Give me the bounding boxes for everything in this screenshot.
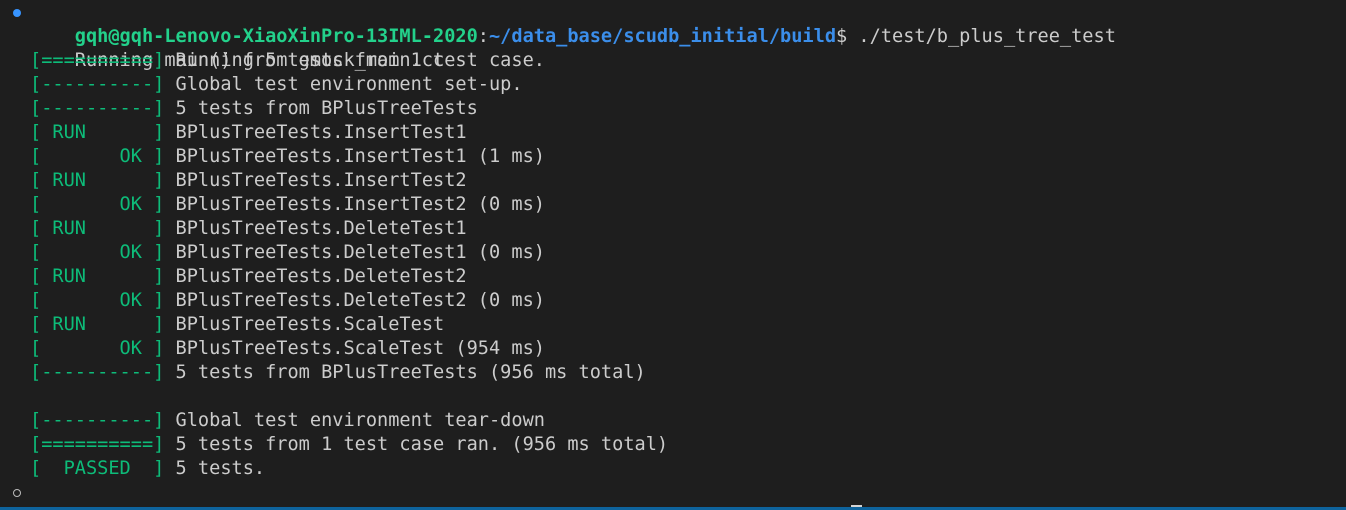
gtest-tag: [ RUN ] <box>30 314 165 335</box>
output-line: [ OK ] BPlusTreeTests.DeleteTest1 (0 ms) <box>30 241 545 265</box>
gtest-tag: [==========] <box>30 50 165 71</box>
gtest-message: BPlusTreeTests.InsertTest1 <box>164 122 467 143</box>
gtest-message: Running 5 tests from 1 test case. <box>164 50 545 71</box>
gtest-message: BPlusTreeTests.InsertTest2 (0 ms) <box>164 194 545 215</box>
gtest-tag: [ OK ] <box>30 338 165 359</box>
gtest-tag: [----------] <box>30 74 165 95</box>
gtest-tag: [----------] <box>30 362 165 383</box>
output-line: [----------] Global test environment tea… <box>30 409 545 433</box>
gtest-message: Global test environment tear-down <box>164 410 545 431</box>
gtest-message: BPlusTreeTests.DeleteTest1 <box>164 218 467 239</box>
gtest-message: BPlusTreeTests.DeleteTest1 (0 ms) <box>164 242 545 263</box>
gtest-tag: [ PASSED ] <box>30 458 165 479</box>
gtest-tag: [ RUN ] <box>30 266 165 287</box>
gtest-tag: [ RUN ] <box>30 170 165 191</box>
gtest-tag: [----------] <box>30 98 165 119</box>
gtest-tag: [----------] <box>30 410 165 431</box>
gtest-tag: [ RUN ] <box>30 218 165 239</box>
gtest-tag: [ OK ] <box>30 242 165 263</box>
output-line: [ OK ] BPlusTreeTests.DeleteTest2 (0 ms) <box>30 289 545 313</box>
gtest-message: 5 tests from BPlusTreeTests (956 ms tota… <box>164 362 646 383</box>
gtest-message: 5 tests from BPlusTreeTests <box>164 98 478 119</box>
prompt-dollar: $ <box>836 26 848 47</box>
output-line: [----------] 5 tests from BPlusTreeTests <box>30 97 478 121</box>
command-decoration-pending-icon[interactable] <box>13 489 21 497</box>
command-text: ./test/b_plus_tree_test <box>847 26 1116 47</box>
output-line: [ RUN ] BPlusTreeTests.DeleteTest2 <box>30 265 467 289</box>
gtest-message: 5 tests. <box>164 458 266 479</box>
output-line: [==========] Running 5 tests from 1 test… <box>30 49 545 73</box>
gtest-message: BPlusTreeTests.DeleteTest2 <box>164 266 467 287</box>
output-line: [ OK ] BPlusTreeTests.ScaleTest (954 ms) <box>30 337 545 361</box>
gtest-tag: [ OK ] <box>30 194 165 215</box>
current-prompt-line[interactable]: gqh@gqh-Lenovo-XiaoXinPro-13IML-2020:~/d… <box>0 481 863 510</box>
gtest-message: 5 tests from 1 test case ran. (956 ms to… <box>164 434 669 455</box>
output-line: [ RUN ] BPlusTreeTests.ScaleTest <box>30 313 444 337</box>
gtest-message: BPlusTreeTests.DeleteTest2 (0 ms) <box>164 290 545 311</box>
gtest-message: BPlusTreeTests.InsertTest1 (1 ms) <box>164 146 545 167</box>
command-prompt-line: gqh@gqh-Lenovo-XiaoXinPro-13IML-2020:~/d… <box>0 1 1116 47</box>
output-line: [ RUN ] BPlusTreeTests.InsertTest2 <box>30 169 467 193</box>
output-intro-line: Running main() from gmock_main.cc <box>30 25 444 71</box>
output-line: [ OK ] BPlusTreeTests.InsertTest2 (0 ms) <box>30 193 545 217</box>
gtest-message: BPlusTreeTests.InsertTest2 <box>164 170 467 191</box>
output-line: [ RUN ] BPlusTreeTests.DeleteTest1 <box>30 217 467 241</box>
command-decoration-success-icon[interactable] <box>13 9 21 17</box>
gtest-message: Global test environment set-up. <box>164 74 523 95</box>
terminal-panel[interactable]: gqh@gqh-Lenovo-XiaoXinPro-13IML-2020:~/d… <box>0 0 1346 510</box>
output-line: [----------] 5 tests from BPlusTreeTests… <box>30 361 646 385</box>
gtest-message: BPlusTreeTests.ScaleTest <box>164 314 445 335</box>
output-line: [ OK ] BPlusTreeTests.InsertTest1 (1 ms) <box>30 145 545 169</box>
output-line: [ PASSED ] 5 tests. <box>30 457 265 481</box>
prompt-path: ~/data_base/scudb_initial/build <box>488 26 837 47</box>
gtest-tag: [ OK ] <box>30 290 165 311</box>
gtest-tag: [ OK ] <box>30 146 165 167</box>
output-line: [ RUN ] BPlusTreeTests.InsertTest1 <box>30 121 467 145</box>
gtest-message: BPlusTreeTests.ScaleTest (954 ms) <box>164 338 545 359</box>
output-line: [----------] Global test environment set… <box>30 73 523 97</box>
gtest-tag: [ RUN ] <box>30 122 165 143</box>
output-line: [==========] 5 tests from 1 test case ra… <box>30 433 668 457</box>
prompt-separator: : <box>477 26 489 47</box>
gtest-tag: [==========] <box>30 434 165 455</box>
